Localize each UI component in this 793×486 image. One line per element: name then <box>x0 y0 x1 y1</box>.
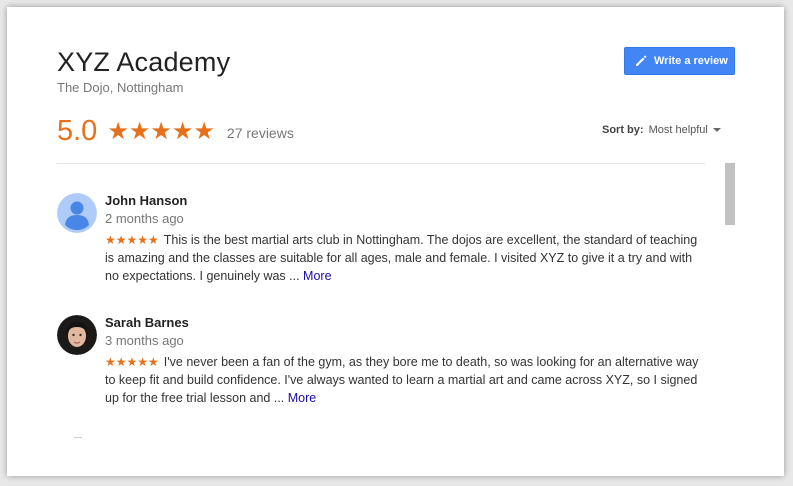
review-stars: ★★★★★ <box>105 355 159 369</box>
next-review-stub <box>74 437 82 438</box>
rating-summary: 5.0 ★★★★★ 27 reviews <box>57 111 294 151</box>
divider <box>57 163 705 164</box>
write-review-button[interactable]: Write a review <box>624 47 735 75</box>
review-text-block: ★★★★★ This is the best martial arts club … <box>105 231 709 285</box>
review-time: 2 months ago <box>105 211 184 226</box>
avatar-placeholder-icon[interactable] <box>57 193 97 233</box>
reviewer-name[interactable]: Sarah Barnes <box>105 315 189 330</box>
pencil-icon <box>634 54 648 68</box>
rating-stars: ★★★★★ <box>107 117 215 145</box>
review-stars: ★★★★★ <box>105 233 159 247</box>
reviews-dialog: XYZ Academy The Dojo, Nottingham Write a… <box>7 7 784 476</box>
write-review-label: Write a review <box>654 55 728 67</box>
sort-label: Sort by: <box>602 124 644 136</box>
review-text-block: ★★★★★ I've never been a fan of the gym, a… <box>105 353 709 407</box>
scrollbar-thumb[interactable] <box>725 163 735 225</box>
review-count: 27 reviews <box>226 125 294 141</box>
more-link[interactable]: More <box>288 391 316 405</box>
sort-dropdown[interactable]: Sort by: Most helpful <box>602 124 721 136</box>
chevron-down-icon <box>712 128 721 132</box>
more-link[interactable]: More <box>303 269 331 283</box>
avatar[interactable] <box>57 315 97 355</box>
place-address: The Dojo, Nottingham <box>57 80 184 95</box>
review-text: I've never been a fan of the gym, as the… <box>105 355 699 405</box>
review-time: 3 months ago <box>105 333 184 348</box>
average-rating: 5.0 <box>57 114 98 147</box>
place-name: XYZ Academy <box>57 47 231 77</box>
reviewer-name[interactable]: John Hanson <box>105 193 187 208</box>
review-text: This is the best martial arts club in No… <box>105 233 698 283</box>
sort-value: Most helpful <box>648 124 708 136</box>
